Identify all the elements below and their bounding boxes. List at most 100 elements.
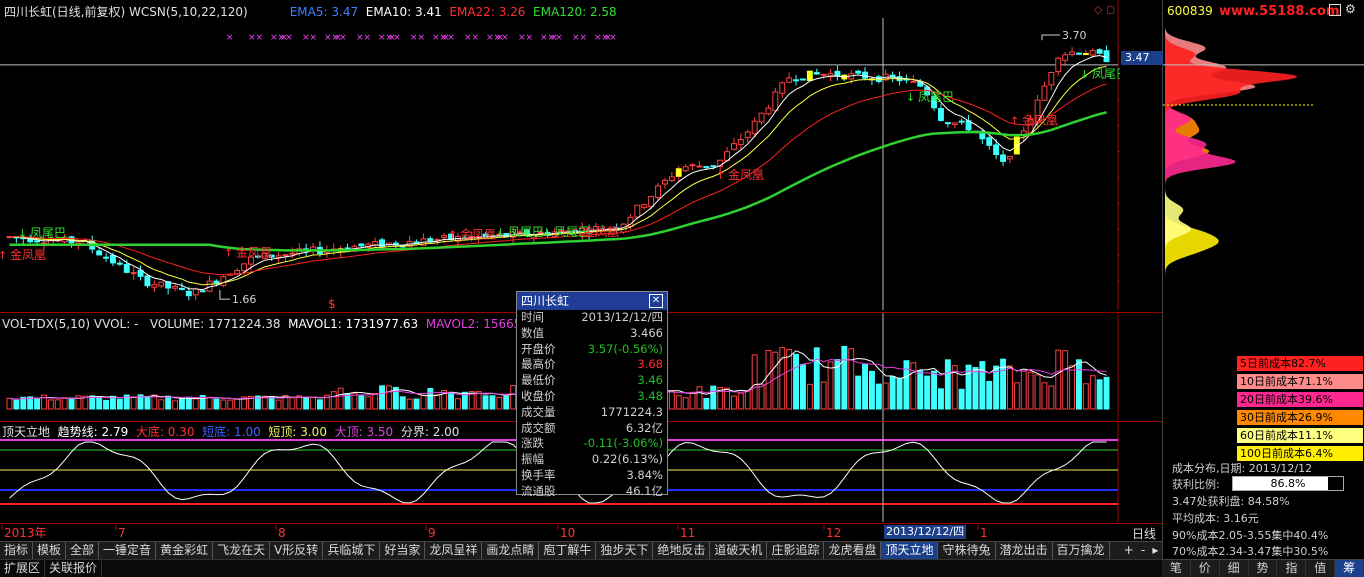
- right-tab-6[interactable]: 筹: [1335, 560, 1364, 577]
- signal-label: 凤尾巴: [30, 226, 66, 240]
- cost-legend-item: 100日前成本6.4%: [1237, 446, 1363, 461]
- tab-5[interactable]: 飞龙在天: [213, 542, 271, 559]
- volume-bar: [234, 398, 241, 410]
- tab-10[interactable]: 画龙点睛: [482, 542, 540, 559]
- volume-bar: [172, 400, 179, 410]
- data-row-key: 时间: [521, 310, 544, 324]
- volume-bar: [979, 361, 986, 410]
- right-tab-3[interactable]: 势: [1249, 560, 1278, 577]
- candle: [834, 70, 841, 77]
- tab-16[interactable]: 龙虎看盘: [824, 542, 882, 559]
- tab-1[interactable]: 模板: [33, 542, 67, 559]
- candle: [655, 185, 661, 198]
- ema120-value: 2.58: [589, 5, 617, 19]
- volume-bar: [296, 395, 303, 410]
- volume-bar: [399, 396, 406, 410]
- candle: [703, 166, 710, 169]
- volume-bar: [869, 370, 875, 410]
- volume-bar: [96, 396, 103, 410]
- candle: [737, 138, 744, 146]
- duandi-label: 短底:: [202, 425, 231, 439]
- candle: [1089, 50, 1096, 56]
- dadi-label: 大底:: [135, 425, 164, 439]
- volume-bar: [765, 349, 772, 410]
- price-panel[interactable]: 3.603.403.203.002.802.602.402.202.001.80…: [0, 0, 1120, 310]
- volume-bar: [1062, 350, 1069, 410]
- data-window-titlebar[interactable]: 四川长虹 ✕: [517, 292, 667, 310]
- chip-distribution-chart[interactable]: [1163, 0, 1364, 300]
- data-row-key: 成交额: [521, 420, 556, 435]
- candle: [744, 131, 751, 139]
- volume-bar: [917, 370, 924, 410]
- volume-bar: [68, 397, 75, 410]
- tab-7[interactable]: 兵临城下: [323, 542, 381, 559]
- duanding-value: 3.00: [300, 425, 327, 439]
- panel-close-icon[interactable]: ◻: [1106, 3, 1115, 16]
- right-tab-1[interactable]: 价: [1191, 560, 1220, 577]
- data-row-key: 最低价: [521, 373, 556, 388]
- mavol1-label: MAVOL1:: [288, 317, 342, 331]
- candle: [758, 112, 765, 123]
- tab-15[interactable]: 庄影追踪: [767, 542, 825, 559]
- tab-11[interactable]: 庖丁解牛: [539, 542, 597, 559]
- volume-bar: [503, 395, 510, 410]
- volume-value: 1771224.38: [207, 317, 281, 331]
- tab-13[interactable]: 绝地反击: [653, 542, 711, 559]
- data-row: 流通股 46.1亿: [517, 484, 667, 500]
- data-row-key: 最高价: [521, 357, 556, 372]
- candle: [855, 70, 862, 74]
- tab-2[interactable]: 全部: [66, 542, 100, 559]
- right-tab-4[interactable]: 指: [1277, 560, 1307, 577]
- scroll-right-icon[interactable]: ▸: [1152, 543, 1158, 557]
- zoom-in-button[interactable]: +: [1124, 543, 1134, 557]
- candle: [158, 281, 165, 287]
- tab-19[interactable]: 潜龙出击: [996, 542, 1053, 559]
- panel-options-icon[interactable]: ◇: [1094, 3, 1102, 16]
- tab-17[interactable]: 顶天立地: [881, 542, 939, 559]
- cost-70: 70%成本2.34-3.47集中30.5%: [1172, 545, 1329, 558]
- close-icon[interactable]: ✕: [649, 294, 663, 308]
- tab-6[interactable]: V形反转: [270, 542, 324, 559]
- data-row-value: 3.84%: [626, 467, 663, 482]
- candle: [772, 91, 779, 112]
- period-label[interactable]: 日线: [1132, 525, 1156, 542]
- zoom-out-button[interactable]: -: [1141, 543, 1145, 557]
- volume-bar: [448, 391, 455, 410]
- candle: [986, 137, 993, 146]
- tab-18[interactable]: 守株待兔: [938, 542, 996, 559]
- dollar-marker: $: [328, 297, 336, 310]
- data-row: 振幅 0.22(6.13%): [517, 452, 667, 468]
- volume-indicator-label: VOL-TDX(5,10): [2, 317, 91, 331]
- mavol2-label: MAVOL2:: [425, 317, 480, 331]
- volume-bar: [303, 397, 310, 410]
- bottom-tab-0[interactable]: 扩展区: [0, 560, 46, 577]
- tab-20[interactable]: 百万擒龙: [1053, 542, 1110, 559]
- right-tab-2[interactable]: 细: [1220, 560, 1249, 577]
- right-tab-5[interactable]: 值: [1306, 560, 1336, 577]
- signal-marker: ××: [356, 33, 371, 43]
- volume-bar: [179, 398, 185, 410]
- tab-12[interactable]: 独步天下: [596, 542, 654, 559]
- indicator-tab-bar: 指标 模板 全部 一锤定音 黄金彩虹 飞龙在天 V形反转 兵临城下 好当家 龙凤呈祥 画龙点睛 庖丁解…: [0, 541, 1162, 559]
- candle: [289, 252, 296, 255]
- settings-icon[interactable]: ⚙: [1345, 2, 1356, 16]
- candlestick-chart[interactable]: 3.603.403.203.002.802.602.402.202.001.80…: [0, 0, 1120, 310]
- tab-9[interactable]: 龙凤呈祥: [425, 542, 483, 559]
- tab-14[interactable]: 道破天机: [710, 542, 768, 559]
- signal-marker: ××: [572, 33, 587, 43]
- data-window[interactable]: 四川长虹 ✕ 时间 2013/12/12/四 数值 3.466 开盘价 3.57(-0.5…: [516, 291, 668, 498]
- grid-icon[interactable]: [1329, 4, 1341, 16]
- tab-8[interactable]: 好当家: [380, 542, 426, 559]
- data-row-key: 涨跌: [521, 436, 544, 451]
- signal-label: 金凤凰: [236, 245, 272, 260]
- tab-0[interactable]: 指标: [0, 542, 34, 559]
- signal-label: 凤尾巴: [508, 225, 544, 239]
- right-tab-0[interactable]: 笔: [1162, 560, 1191, 577]
- tab-3[interactable]: 一锤定音: [99, 542, 157, 559]
- tab-scroll-controls: + - ▸: [1120, 543, 1162, 557]
- bottom-tab-1[interactable]: 关联报价: [45, 560, 103, 577]
- tab-4[interactable]: 黄金彩虹: [156, 542, 214, 559]
- volume-bar: [924, 375, 931, 410]
- volume-bar: [862, 364, 868, 410]
- average-cost: 平均成本: 3.16元: [1172, 512, 1259, 525]
